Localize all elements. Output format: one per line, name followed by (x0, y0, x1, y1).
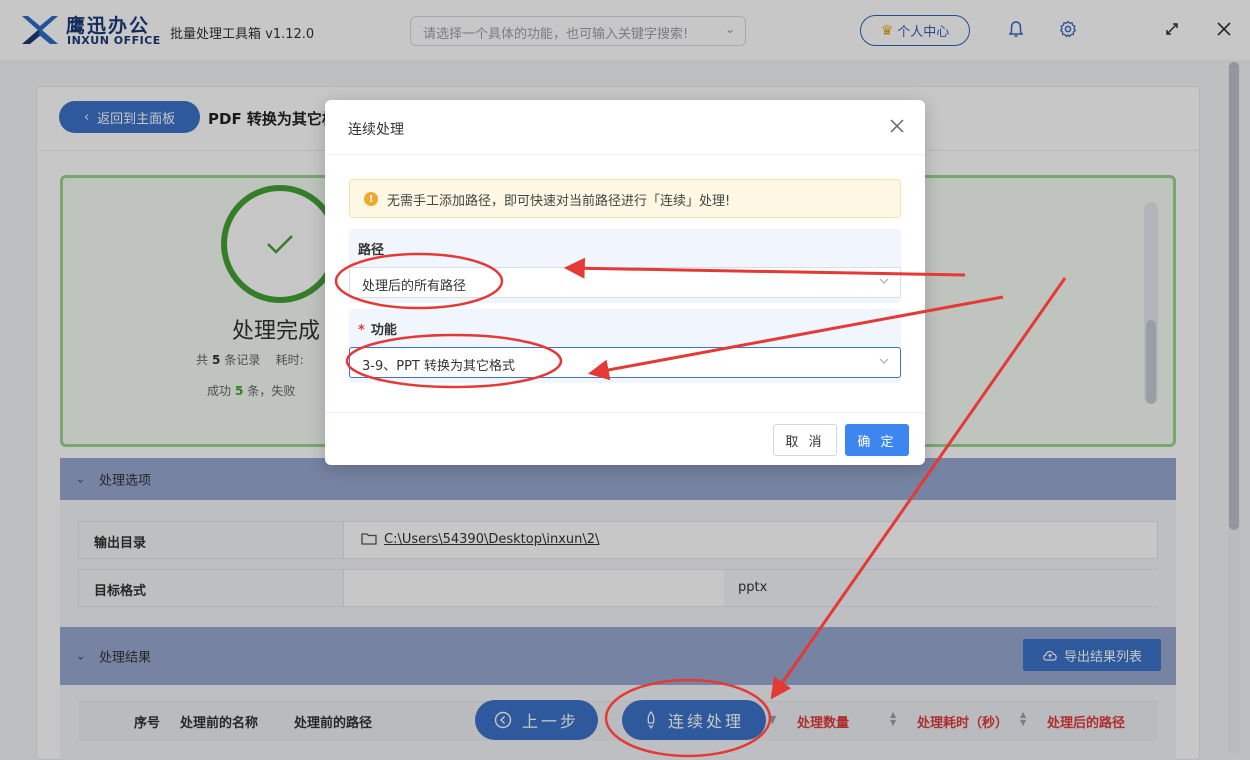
function-select[interactable]: 3-9、PPT 转换为其它格式 (349, 347, 901, 378)
function-label-wrap: * 功能 (358, 319, 397, 338)
required-mark: * (358, 323, 365, 338)
function-label: 功能 (370, 323, 397, 338)
warning-icon: ! (364, 192, 378, 206)
dialog-footer-divider (325, 412, 925, 413)
dialog-title: 连续处理 (348, 122, 404, 138)
notice-banner: ! 无需手工添加路径，即可快速对当前路径进行「连续」处理! (349, 179, 901, 218)
dialog-divider (325, 154, 925, 155)
path-select[interactable]: 处理后的所有路径 (349, 267, 901, 298)
cancel-button[interactable]: 取 消 (773, 424, 837, 456)
chevron-down-icon (879, 278, 889, 284)
function-field: * 功能 3-9、PPT 转换为其它格式 (349, 309, 901, 383)
close-icon[interactable] (888, 117, 906, 135)
chevron-down-icon (879, 358, 889, 364)
confirm-button[interactable]: 确 定 (845, 424, 909, 456)
path-select-value: 处理后的所有路径 (362, 279, 467, 294)
continue-process-dialog: 连续处理 ! 无需手工添加路径，即可快速对当前路径进行「连续」处理! 路径 处理… (325, 100, 925, 465)
function-select-value: 3-9、PPT 转换为其它格式 (362, 359, 515, 374)
path-field: 路径 处理后的所有路径 (349, 229, 901, 303)
notice-text: 无需手工添加路径，即可快速对当前路径进行「连续」处理! (387, 194, 731, 209)
path-label: 路径 (358, 243, 385, 258)
